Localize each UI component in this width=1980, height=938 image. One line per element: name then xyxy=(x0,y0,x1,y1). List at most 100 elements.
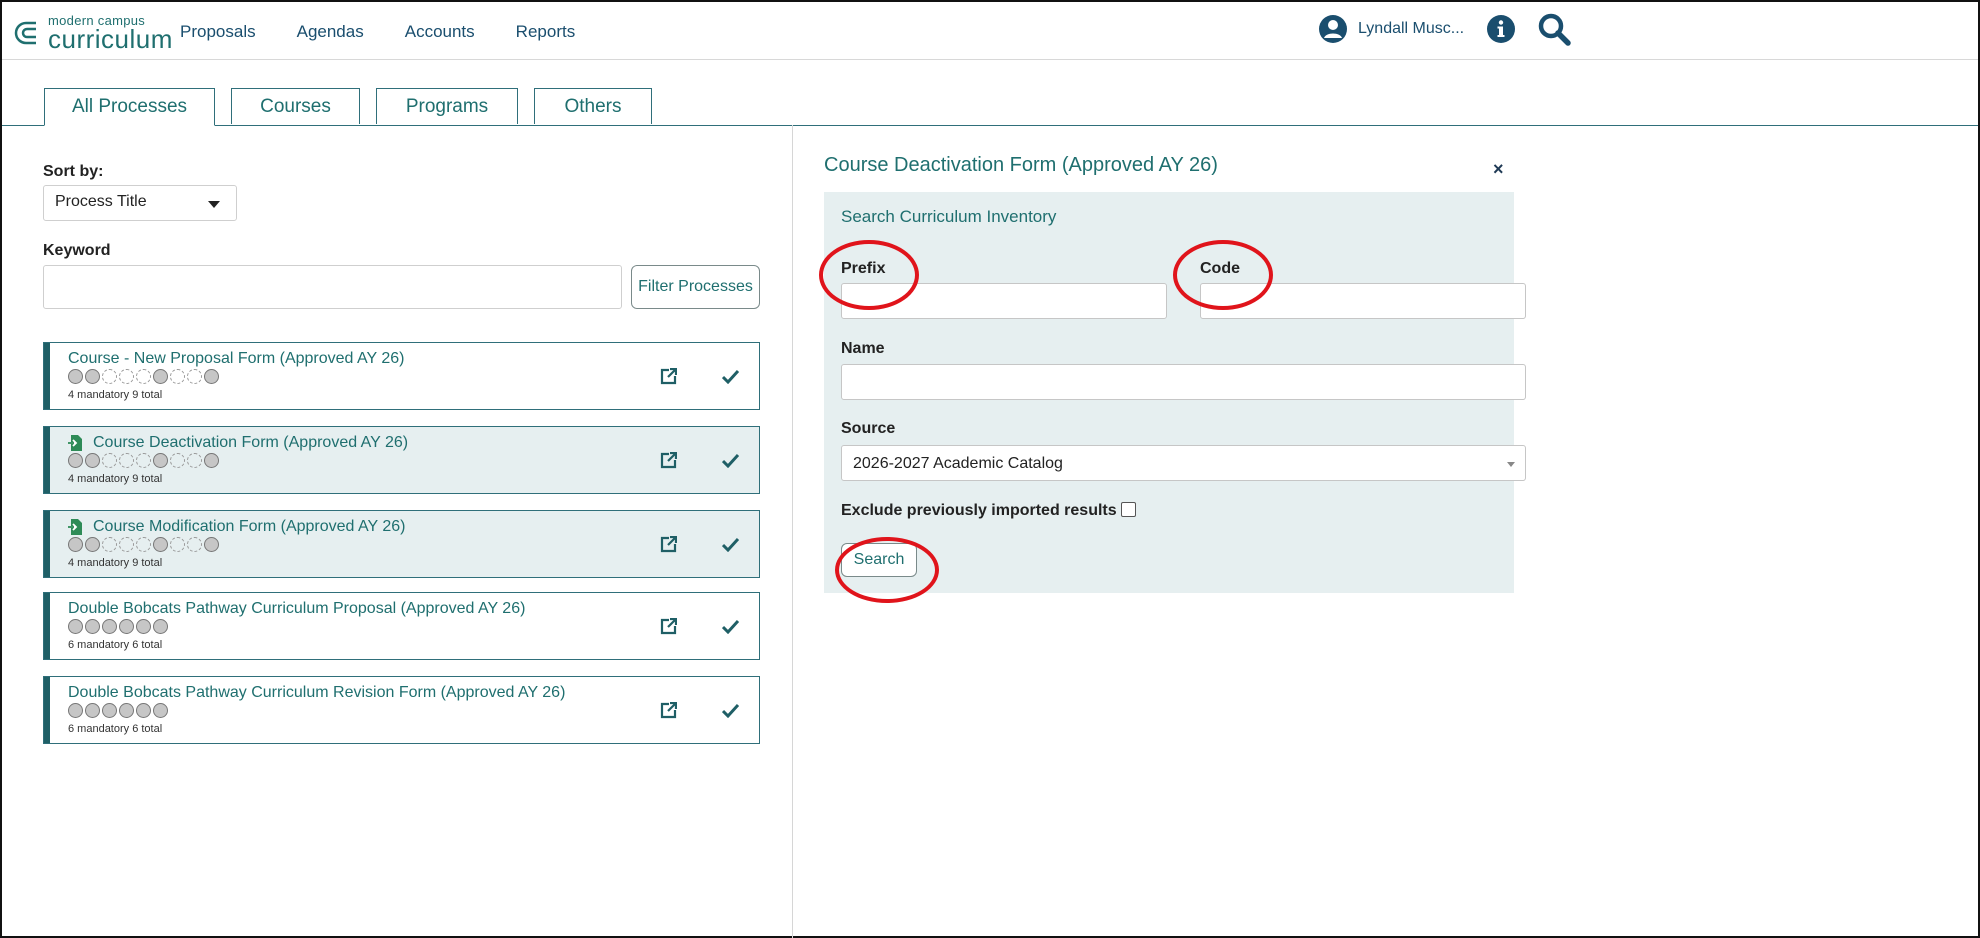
highlight-ring-search xyxy=(835,537,939,603)
optional-step-circle xyxy=(102,537,117,552)
tab-programs[interactable]: Programs xyxy=(376,88,518,124)
mandatory-step-circle xyxy=(153,537,168,552)
app-logo[interactable]: modern campus curriculum xyxy=(14,14,173,52)
check-icon[interactable] xyxy=(722,619,739,634)
source-value: 2026-2027 Academic Catalog xyxy=(853,455,1063,472)
source-select[interactable]: 2026-2027 Academic Catalog xyxy=(841,445,1526,481)
tab-others[interactable]: Others xyxy=(534,88,652,124)
optional-step-circle xyxy=(119,453,134,468)
process-title[interactable]: Course Deactivation Form (Approved AY 26… xyxy=(93,434,408,452)
card-accent-bar xyxy=(44,593,50,659)
process-title-row: Double Bobcats Pathway Curriculum Revisi… xyxy=(68,684,565,702)
caret-down-icon xyxy=(1507,462,1515,467)
mandatory-step-circle xyxy=(204,537,219,552)
close-icon[interactable]: × xyxy=(1493,159,1504,180)
mandatory-step-circle xyxy=(85,703,100,718)
card-accent-bar xyxy=(44,511,50,577)
tab-courses[interactable]: Courses xyxy=(231,88,360,124)
top-navigation-bar: modern campus curriculum Proposals Agend… xyxy=(2,2,1978,60)
keyword-input[interactable] xyxy=(43,265,622,309)
mandatory-step-circle xyxy=(102,703,117,718)
process-title[interactable]: Double Bobcats Pathway Curriculum Propos… xyxy=(68,600,525,618)
optional-step-circle xyxy=(136,453,151,468)
info-icon[interactable] xyxy=(1486,14,1516,44)
mandatory-step-circle xyxy=(153,619,168,634)
panel-heading: Search Curriculum Inventory xyxy=(841,207,1057,226)
external-link-icon[interactable] xyxy=(660,618,677,635)
exclude-imported-label: Exclude previously imported results xyxy=(841,502,1117,519)
check-icon[interactable] xyxy=(722,369,739,384)
sort-by-label: Sort by: xyxy=(43,163,104,180)
mandatory-step-circle xyxy=(68,453,83,468)
optional-step-circle xyxy=(187,537,202,552)
step-count: 6 mandatory 6 total xyxy=(68,639,163,651)
mandatory-step-circle xyxy=(68,619,83,634)
optional-step-circle xyxy=(102,453,117,468)
filter-processes-button[interactable]: Filter Processes xyxy=(631,265,760,309)
check-icon[interactable] xyxy=(722,703,739,718)
highlight-ring-code xyxy=(1173,240,1273,310)
logo-title: curriculum xyxy=(48,24,173,54)
check-icon[interactable] xyxy=(722,453,739,468)
nav-proposals[interactable]: Proposals xyxy=(180,22,256,42)
mandatory-step-circle xyxy=(204,369,219,384)
process-card[interactable]: Course Deactivation Form (Approved AY 26… xyxy=(43,426,760,494)
optional-step-circle xyxy=(170,453,185,468)
step-indicators xyxy=(68,453,221,468)
external-link-icon[interactable] xyxy=(660,452,677,469)
nav-agendas[interactable]: Agendas xyxy=(297,22,364,42)
import-document-icon xyxy=(68,519,82,535)
mandatory-step-circle xyxy=(136,619,151,634)
name-label: Name xyxy=(841,340,885,357)
user-menu[interactable]: Lyndall Musc... xyxy=(1318,14,1464,44)
external-link-icon[interactable] xyxy=(660,368,677,385)
process-card[interactable]: Course Modification Form (Approved AY 26… xyxy=(43,510,760,578)
user-avatar-icon xyxy=(1319,15,1347,43)
process-title[interactable]: Double Bobcats Pathway Curriculum Revisi… xyxy=(68,684,565,702)
check-icon[interactable] xyxy=(722,537,739,552)
optional-step-circle xyxy=(170,369,185,384)
step-count: 4 mandatory 9 total xyxy=(68,389,163,401)
name-input[interactable] xyxy=(841,364,1526,400)
step-count: 6 mandatory 6 total xyxy=(68,723,163,735)
import-document-icon xyxy=(68,435,82,451)
step-indicators xyxy=(68,703,170,718)
process-title[interactable]: Course Modification Form (Approved AY 26… xyxy=(93,518,405,536)
pane-divider xyxy=(792,125,793,938)
mandatory-step-circle xyxy=(68,537,83,552)
tab-all-processes[interactable]: All Processes xyxy=(44,88,215,126)
mandatory-step-circle xyxy=(85,369,100,384)
card-accent-bar xyxy=(44,427,50,493)
step-indicators xyxy=(68,369,221,384)
mandatory-step-circle xyxy=(136,703,151,718)
external-link-icon[interactable] xyxy=(660,536,677,553)
nav-reports[interactable]: Reports xyxy=(516,22,576,42)
process-title-row: Course - New Proposal Form (Approved AY … xyxy=(68,350,404,368)
mandatory-step-circle xyxy=(85,619,100,634)
external-link-icon[interactable] xyxy=(660,702,677,719)
search-icon[interactable] xyxy=(1537,12,1571,46)
step-indicators xyxy=(68,537,221,552)
search-inventory-panel: Search Curriculum Inventory Prefix Code … xyxy=(824,192,1526,593)
optional-step-circle xyxy=(119,369,134,384)
tab-underline xyxy=(2,125,1978,126)
process-title-row: Course Deactivation Form (Approved AY 26… xyxy=(68,434,408,452)
mandatory-step-circle xyxy=(68,703,83,718)
exclude-imported-checkbox[interactable] xyxy=(1120,502,1136,517)
card-accent-bar xyxy=(44,343,50,409)
mandatory-step-circle xyxy=(68,369,83,384)
process-card[interactable]: Course - New Proposal Form (Approved AY … xyxy=(43,342,760,410)
step-count: 4 mandatory 9 total xyxy=(68,557,163,569)
process-title-row: Double Bobcats Pathway Curriculum Propos… xyxy=(68,600,525,618)
process-card[interactable]: Double Bobcats Pathway Curriculum Propos… xyxy=(43,592,760,660)
process-title[interactable]: Course - New Proposal Form (Approved AY … xyxy=(68,350,404,368)
optional-step-circle xyxy=(119,537,134,552)
mandatory-step-circle xyxy=(119,619,134,634)
optional-step-circle xyxy=(136,369,151,384)
process-card[interactable]: Double Bobcats Pathway Curriculum Revisi… xyxy=(43,676,760,744)
nav-accounts[interactable]: Accounts xyxy=(405,22,475,42)
mandatory-step-circle xyxy=(85,537,100,552)
exclude-imported-option: Exclude previously imported results xyxy=(841,502,1136,520)
optional-step-circle xyxy=(170,537,185,552)
sort-by-select[interactable]: Process Title xyxy=(43,185,237,221)
